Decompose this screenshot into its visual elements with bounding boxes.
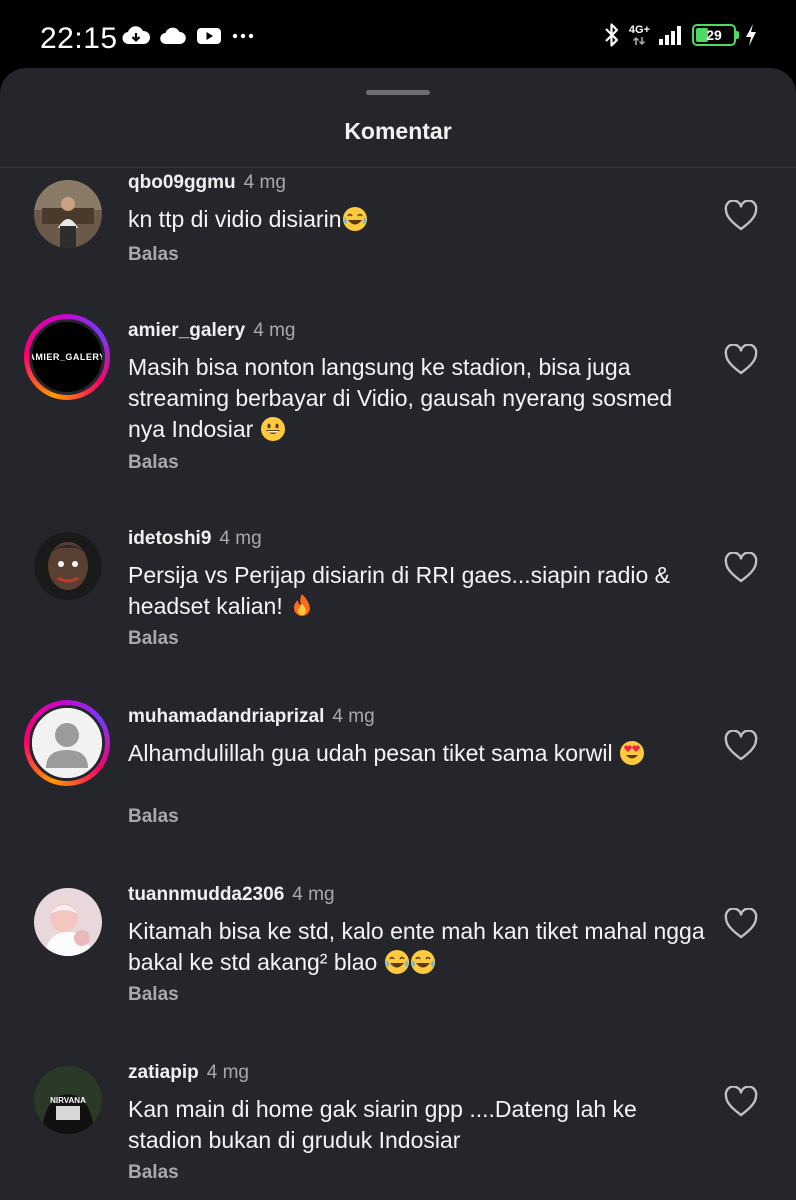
data-arrows-icon: [633, 36, 646, 45]
more-notifications-icon: [232, 33, 254, 39]
avatar[interactable]: [30, 528, 106, 604]
comment-text-content: Persija vs Perijap disiarin di RRI gaes.…: [128, 562, 671, 619]
comment-text: Kitamah bisa ke std, kalo ente mah kan t…: [128, 916, 708, 978]
reply-button[interactable]: Balas: [128, 452, 179, 474]
avatar-photo: [34, 180, 102, 248]
comment-text-content: Alhamdulillah gua udah pesan tiket sama …: [128, 740, 619, 766]
avatar-logo-text: NIRVANA: [50, 1096, 86, 1105]
like-heart-icon[interactable]: [724, 908, 758, 940]
avatar-story-ring[interactable]: [24, 700, 110, 786]
avatar-photo: AMIER_GALERY: [29, 319, 105, 395]
comment-username[interactable]: amier_galery: [128, 320, 245, 341]
laugh-cry-emoji-icon: [410, 950, 435, 974]
user-photo-icon: [34, 888, 102, 956]
battery-icon: 29: [692, 24, 739, 46]
user-photo-icon: [34, 180, 102, 248]
comment-item: tuannmudda2306 4 mg Kitamah bisa ke std, …: [0, 884, 796, 1034]
comment-header: amier_galery 4 mg: [128, 320, 296, 342]
comment-age: 4 mg: [253, 320, 296, 341]
comment-list[interactable]: qbo09ggmu 4 mg kn ttp di vidio disiarin B…: [0, 168, 796, 1200]
comment-username[interactable]: zatiapip: [128, 1062, 199, 1083]
comments-sheet: Komentar qbo09ggmu 4 mg kn ttp di vidio …: [0, 68, 796, 1200]
user-photo-icon: [34, 532, 102, 600]
avatar-photo: [34, 888, 102, 956]
comment-username[interactable]: idetoshi9: [128, 528, 211, 549]
laugh-cry-emoji-icon: [384, 950, 409, 974]
comment-item: AMIER_GALERY amier_galery 4 mg Masih bisa…: [0, 314, 796, 500]
cloud-download-icon: [122, 26, 150, 45]
comment-text-content: Masih bisa nonton langsung ke stadion, b…: [128, 354, 673, 442]
like-heart-icon[interactable]: [724, 730, 758, 762]
like-heart-icon[interactable]: [724, 552, 758, 584]
network-type-label: 4G+: [628, 23, 650, 36]
mobile-data-indicator: 4G+: [628, 23, 650, 46]
battery-percentage: 29: [706, 27, 722, 43]
comment-age: 4 mg: [292, 884, 335, 905]
youtube-icon: [197, 28, 221, 44]
avatar-photo: [29, 705, 105, 781]
default-avatar-icon: [32, 708, 102, 778]
comment-text-content: kn ttp di vidio disiarin: [128, 206, 342, 232]
avatar-story-ring[interactable]: AMIER_GALERY: [24, 314, 110, 400]
comment-text-content: Kan main di home gak siarin gpp ....Date…: [128, 1096, 637, 1153]
grin-emoji-icon: [260, 417, 285, 441]
comment-age: 4 mg: [332, 706, 375, 727]
heart-eyes-emoji-icon: [619, 741, 644, 765]
comment-username[interactable]: muhamadandriaprizal: [128, 706, 324, 727]
avatar-photo: [34, 532, 102, 600]
comment-header: qbo09ggmu 4 mg: [128, 172, 286, 194]
reply-button[interactable]: Balas: [128, 1162, 179, 1184]
comment-item: qbo09ggmu 4 mg kn ttp di vidio disiarin B…: [0, 172, 796, 282]
like-heart-icon[interactable]: [724, 200, 758, 232]
comment-header: muhamadandriaprizal 4 mg: [128, 706, 375, 728]
comment-header: zatiapip 4 mg: [128, 1062, 249, 1084]
comment-text: kn ttp di vidio disiarin: [128, 204, 708, 235]
comment-age: 4 mg: [219, 528, 262, 549]
comment-header: tuannmudda2306 4 mg: [128, 884, 335, 906]
comment-text: Kan main di home gak siarin gpp ....Date…: [128, 1094, 708, 1156]
comment-age: 4 mg: [206, 1062, 249, 1083]
comment-age: 4 mg: [243, 172, 286, 193]
sheet-drag-handle[interactable]: [366, 90, 430, 95]
like-heart-icon[interactable]: [724, 1086, 758, 1118]
system-status-icons: 4G+ 29: [603, 22, 758, 48]
sheet-title: Komentar: [344, 118, 452, 144]
comment-text: Persija vs Perijap disiarin di RRI gaes.…: [128, 560, 708, 622]
comment-item: NIRVANA zatiapip 4 mg Kan main di home ga…: [0, 1062, 796, 1200]
like-heart-icon[interactable]: [724, 344, 758, 376]
fire-emoji-icon: [294, 594, 311, 616]
notification-icons: [122, 26, 254, 46]
avatar[interactable]: [30, 884, 106, 960]
comment-username[interactable]: tuannmudda2306: [128, 884, 284, 905]
avatar-photo: NIRVANA: [34, 1066, 102, 1134]
comment-header: idetoshi9 4 mg: [128, 528, 262, 550]
avatar[interactable]: [30, 176, 106, 252]
comment-text: Masih bisa nonton langsung ke stadion, b…: [128, 352, 708, 445]
status-time: 22:15: [40, 22, 118, 55]
bluetooth-icon: [605, 23, 618, 47]
reply-button[interactable]: Balas: [128, 984, 179, 1006]
comment-item: idetoshi9 4 mg Persija vs Perijap disiari…: [0, 528, 796, 678]
avatar[interactable]: NIRVANA: [30, 1062, 106, 1138]
cloud-icon: [160, 27, 186, 45]
reply-button[interactable]: Balas: [128, 244, 179, 266]
comment-item: muhamadandriaprizal 4 mg Alhamdulillah gu…: [0, 700, 796, 856]
charging-bolt-icon: [746, 24, 756, 46]
user-photo-icon: NIRVANA: [34, 1066, 102, 1134]
comment-text: Alhamdulillah gua udah pesan tiket sama …: [128, 738, 708, 769]
status-bar: 22:15 4G+ 29: [0, 0, 796, 72]
comment-username[interactable]: qbo09ggmu: [128, 172, 236, 193]
laugh-cry-emoji-icon: [342, 207, 367, 231]
signal-strength-icon: [659, 26, 681, 45]
reply-button[interactable]: Balas: [128, 628, 179, 650]
avatar-logo-text: AMIER_GALERY: [29, 352, 105, 362]
reply-button[interactable]: Balas: [128, 806, 179, 828]
